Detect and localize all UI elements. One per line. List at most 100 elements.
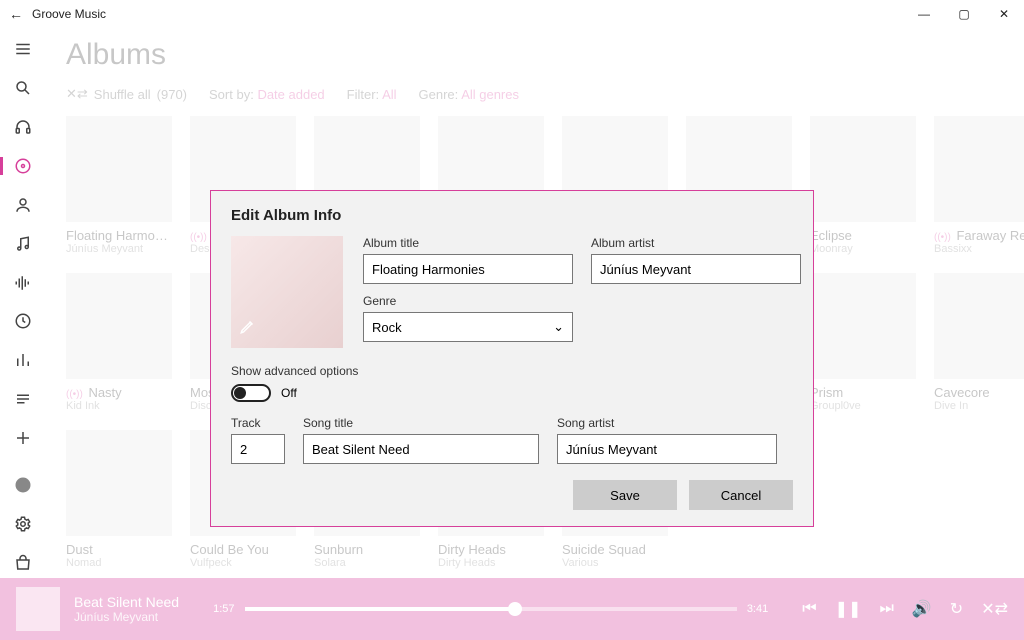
album-card[interactable]: ((•)) NastyKid Ink [66,273,172,412]
pause-icon[interactable]: ❚❚ [835,599,862,619]
genre-filter-value: All genres [461,87,519,102]
album-artist: Various [562,557,668,569]
album-art[interactable] [934,273,1024,379]
album-artist-label: Album artist [591,236,801,250]
album-artist-input[interactable] [591,254,801,284]
player-elapsed: 1:57 [213,603,234,615]
genre-filter[interactable]: Genre: All genres [419,87,519,102]
album-artist: Dirty Heads [438,557,544,569]
shuffle-icon[interactable]: ✕⇄ [981,599,1008,619]
album-artist: Bassixx [934,243,1024,255]
filter-label: Filter: [347,87,380,102]
previous-icon[interactable]: ⏮ [802,600,816,618]
album-card[interactable]: ((•)) Faraway ReachBassixx [934,116,1024,255]
genre-value: Rock [372,320,402,335]
save-button[interactable]: Save [573,480,677,510]
add-icon[interactable] [0,423,46,454]
album-card[interactable]: Floating HarmoniesJúníus Meyvant [66,116,172,255]
album-title: Dirty Heads [438,542,544,557]
now-playing-icon[interactable] [0,267,46,298]
songs-icon[interactable] [0,228,46,259]
album-artist: Dive In [934,400,1024,412]
album-art[interactable] [66,273,172,379]
album-card[interactable]: EclipseMoonray [810,116,916,255]
maximize-button[interactable]: ▢ [944,0,984,28]
player-progress-thumb[interactable] [508,602,522,616]
titlebar: ← Groove Music — ▢ ✕ [0,0,1024,28]
shuffle-label: Shuffle all [94,87,151,102]
chevron-down-icon: ⌄ [553,319,564,335]
minimize-button[interactable]: — [904,0,944,28]
filter[interactable]: Filter: All [347,87,397,102]
track-label: Track [231,416,285,430]
now-playing-indicator-icon: ((•)) [190,232,207,243]
album-artist: Solara [314,557,420,569]
genre-select[interactable]: Rock ⌄ [363,312,573,342]
sort-by-label: Sort by: [209,87,254,102]
settings-icon[interactable] [0,508,46,539]
track-input[interactable] [231,434,285,464]
album-art[interactable] [810,273,916,379]
store-icon[interactable] [0,547,46,578]
song-artist-input[interactable] [557,434,777,464]
filter-value: All [382,87,396,102]
album-title-label: Album title [363,236,573,250]
recent-icon[interactable] [0,306,46,337]
repeat-icon[interactable]: ↻ [950,599,963,619]
volume-icon[interactable]: 🔊 [912,599,932,619]
album-card[interactable]: CavecoreDive In [934,273,1024,412]
next-icon[interactable]: ⏭ [879,600,893,618]
edit-art-icon[interactable] [239,317,257,340]
album-card[interactable]: PrismGroupl0ve [810,273,916,412]
player-progress[interactable] [245,607,737,611]
profile-icon[interactable] [0,469,46,500]
player-progress-fill [245,607,516,611]
search-icon[interactable] [0,73,46,104]
genre-label: Genre [363,294,573,308]
song-title-input[interactable] [303,434,539,464]
window-title: Groove Music [32,7,106,21]
album-title: ((•)) Nasty [66,385,172,400]
album-artist: Vulfpeck [190,557,296,569]
album-title: Could Be You [190,542,296,557]
player-total: 3:41 [747,603,768,615]
album-title: Suicide Squad [562,542,668,557]
album-art[interactable] [66,430,172,536]
album-art[interactable] [66,116,172,222]
album-art[interactable] [934,116,1024,222]
close-button[interactable]: ✕ [984,0,1024,28]
sort-by-value: Date added [257,87,324,102]
album-artist: Nomad [66,557,172,569]
dialog-title: Edit Album Info [231,207,793,224]
shuffle-count: (970) [157,87,187,102]
album-artist: Moonray [810,243,916,255]
artist-icon[interactable] [0,189,46,220]
now-playing-indicator-icon: ((•)) [66,389,83,400]
menu-icon[interactable] [0,34,46,65]
album-title: Floating Harmonies [66,228,172,243]
shuffle-icon: ✕⇄ [66,86,88,102]
album-artist: Groupl0ve [810,400,916,412]
sidebar [0,28,46,578]
album-title: Eclipse [810,228,916,243]
album-title-input[interactable] [363,254,573,284]
albums-icon[interactable] [0,151,46,182]
album-art[interactable] [810,116,916,222]
album-artist: Júníus Meyvant [66,243,172,255]
headphones-icon[interactable] [0,112,46,143]
cancel-button[interactable]: Cancel [689,480,793,510]
shuffle-all-button[interactable]: ✕⇄ Shuffle all (970) [66,86,187,102]
album-title: Dust [66,542,172,557]
advanced-toggle[interactable] [231,384,271,402]
equalizer-icon[interactable] [0,345,46,376]
album-card[interactable]: DustNomad [66,430,172,569]
dialog-album-art[interactable] [231,236,343,348]
album-title: Cavecore [934,385,1024,400]
album-title: ((•)) Faraway Reach [934,228,1024,243]
player-album-art[interactable] [16,587,60,631]
playlists-icon[interactable] [0,384,46,415]
album-title: Prism [810,385,916,400]
player-track-artist: Júníus Meyvant [74,610,179,624]
sort-by[interactable]: Sort by: Date added [209,87,325,102]
back-button[interactable]: ← [0,6,32,22]
